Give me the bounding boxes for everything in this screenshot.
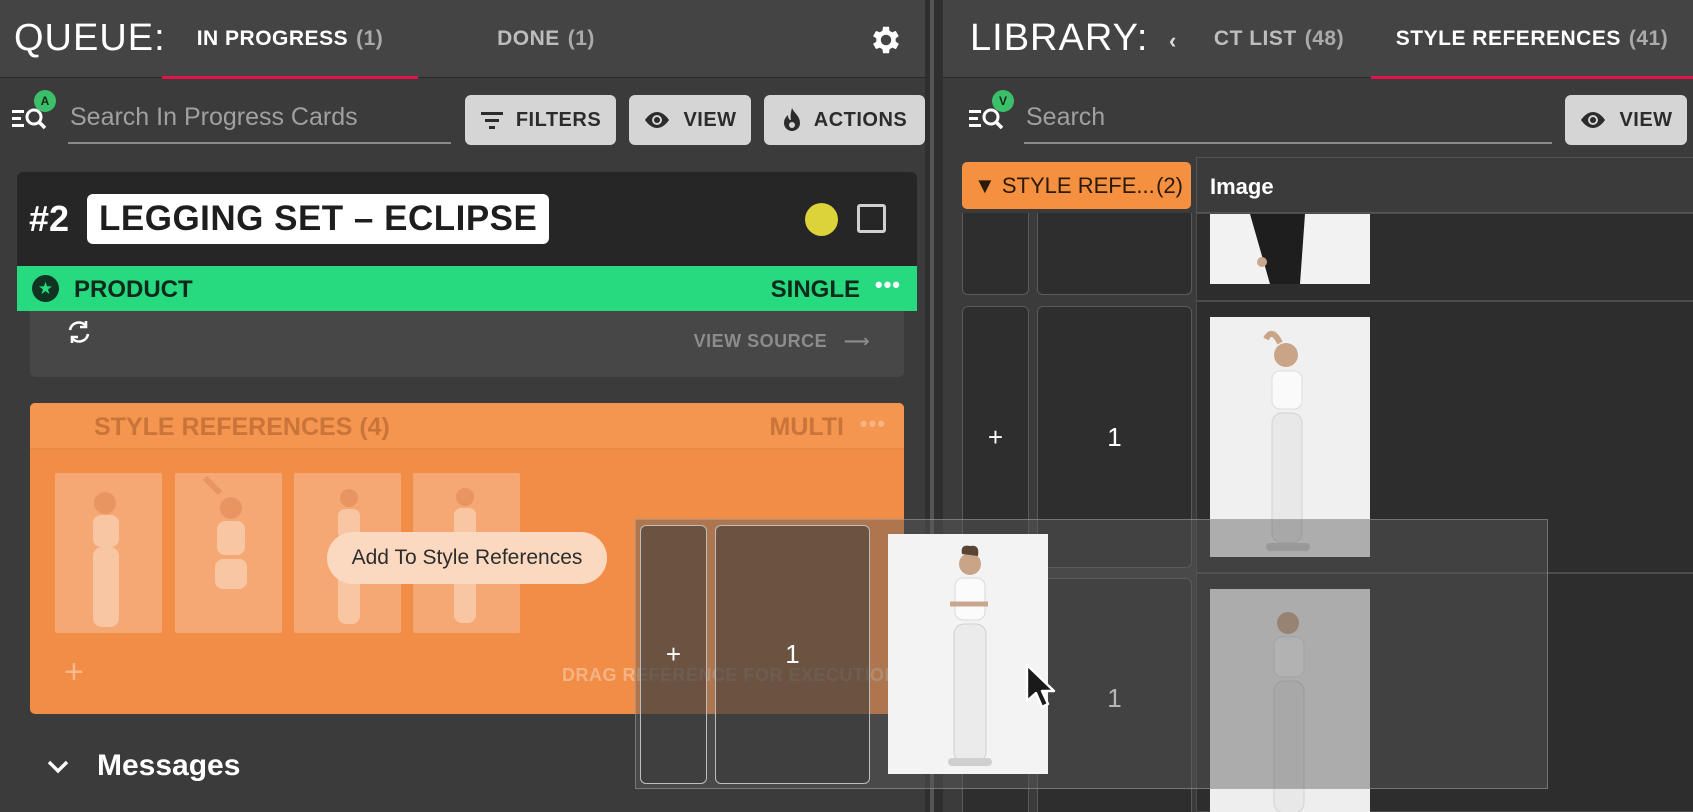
tab-count: (1) [356, 27, 384, 50]
actions-label: ACTIONS [813, 108, 908, 131]
tab-label: IN PROGRESS [196, 27, 349, 50]
view-source-label: VIEW SOURCE [693, 331, 828, 351]
arrow-right-icon: ⟶ [843, 331, 870, 351]
eye-icon [1581, 112, 1606, 128]
card-title[interactable]: LEGGING SET – ECLIPSE [87, 194, 550, 244]
filters-label: FILTERS [515, 108, 602, 131]
search-badge: V [992, 90, 1014, 112]
group-label: ▼ STYLE REFE... [974, 172, 1155, 198]
view-label: VIEW [1619, 108, 1673, 131]
sync-icon[interactable] [64, 317, 94, 347]
product-photo[interactable] [1210, 214, 1370, 284]
product-section-bar[interactable]: ★ PRODUCT SINGLE ••• [17, 266, 917, 311]
active-tab-indicator [162, 76, 418, 79]
tab-label: STYLE REFERENCES [1395, 27, 1621, 50]
queue-title: QUEUE: [14, 17, 166, 59]
card-number: #2 [29, 198, 70, 239]
tab-done[interactable]: DONE (1) [418, 0, 674, 78]
product-label: PRODUCT [74, 276, 193, 303]
add-to-style-references-tooltip: Add To Style References [327, 532, 607, 584]
row-quantity-cell[interactable] [1037, 213, 1192, 295]
source-panel: VIEW SOURCE ⟶ [30, 311, 904, 377]
tab-label: CT LIST [1213, 27, 1297, 50]
style-reference-thumbnail[interactable] [55, 473, 162, 633]
tab-label: DONE [497, 27, 560, 50]
more-options-icon[interactable]: ••• [860, 411, 886, 437]
chevron-down-icon[interactable] [44, 752, 72, 780]
library-search-row: V VIEW [943, 90, 1693, 147]
image-column-header[interactable]: Image [1196, 157, 1693, 213]
style-references-group[interactable]: ▼ STYLE REFE... (2) [962, 162, 1191, 209]
view-label: VIEW [683, 108, 737, 131]
chevron-left-icon[interactable]: ‹ [1169, 28, 1187, 53]
table-row[interactable] [1196, 213, 1693, 301]
style-references-label: STYLE REFERENCES (4) [94, 413, 390, 441]
flame-icon [783, 108, 800, 131]
more-options-icon[interactable]: ••• [875, 272, 901, 298]
view-button[interactable]: VIEW [629, 95, 751, 145]
tab-ct-list[interactable]: CT LIST (48) [1200, 0, 1358, 78]
search-in-progress-input[interactable] [68, 92, 451, 144]
messages-label: Messages [97, 749, 241, 782]
queue-search-row: A FILTERS VIEW ACTIONS [0, 90, 925, 147]
actions-button[interactable]: ACTIONS [764, 95, 925, 145]
settings-gear-icon[interactable] [868, 22, 904, 58]
active-tab-indicator [1371, 76, 1693, 79]
tab-count: (1) [567, 27, 595, 50]
filters-button[interactable]: FILTERS [465, 95, 616, 145]
mouse-pointer-icon [1025, 663, 1056, 709]
dragged-row-preview[interactable]: + 1 [635, 519, 1548, 789]
card-header[interactable]: #2 LEGGING SET – ECLIPSE [17, 172, 917, 266]
tab-in-progress[interactable]: IN PROGRESS (1) [162, 0, 418, 79]
search-badge: A [34, 90, 56, 112]
card-checkbox[interactable] [857, 204, 886, 233]
library-header: LIBRARY: ‹ CT LIST (48) STYLE REFERENCES… [943, 0, 1693, 79]
library-title: LIBRARY: [970, 17, 1149, 59]
dragged-product-photo [888, 534, 1048, 774]
filter-icon [480, 112, 503, 129]
view-source-link[interactable]: VIEW SOURCE ⟶ [694, 331, 870, 352]
star-icon: ★ [32, 275, 59, 302]
style-references-header: STYLE REFERENCES (4) MULTI ••• [30, 403, 904, 450]
queue-header: QUEUE: IN PROGRESS (1) DONE (1) [0, 0, 925, 79]
product-mode: SINGLE [770, 276, 860, 303]
drag-quantity: 1 [715, 525, 870, 784]
style-references-mode: MULTI [769, 413, 844, 441]
library-search-input[interactable] [1024, 92, 1552, 144]
library-view-button[interactable]: VIEW [1565, 95, 1687, 145]
tab-count: (41) [1628, 27, 1669, 50]
eye-icon [645, 112, 670, 128]
tab-style-references[interactable]: STYLE REFERENCES (41) [1371, 0, 1693, 79]
row-add-cell[interactable] [962, 213, 1029, 295]
tab-count: (48) [1304, 27, 1345, 50]
style-reference-thumbnail[interactable] [175, 473, 282, 633]
add-reference-icon[interactable]: + [64, 653, 84, 692]
group-count: (2) [1156, 172, 1183, 198]
drag-add-button: + [640, 525, 707, 784]
status-dot[interactable] [805, 203, 838, 236]
